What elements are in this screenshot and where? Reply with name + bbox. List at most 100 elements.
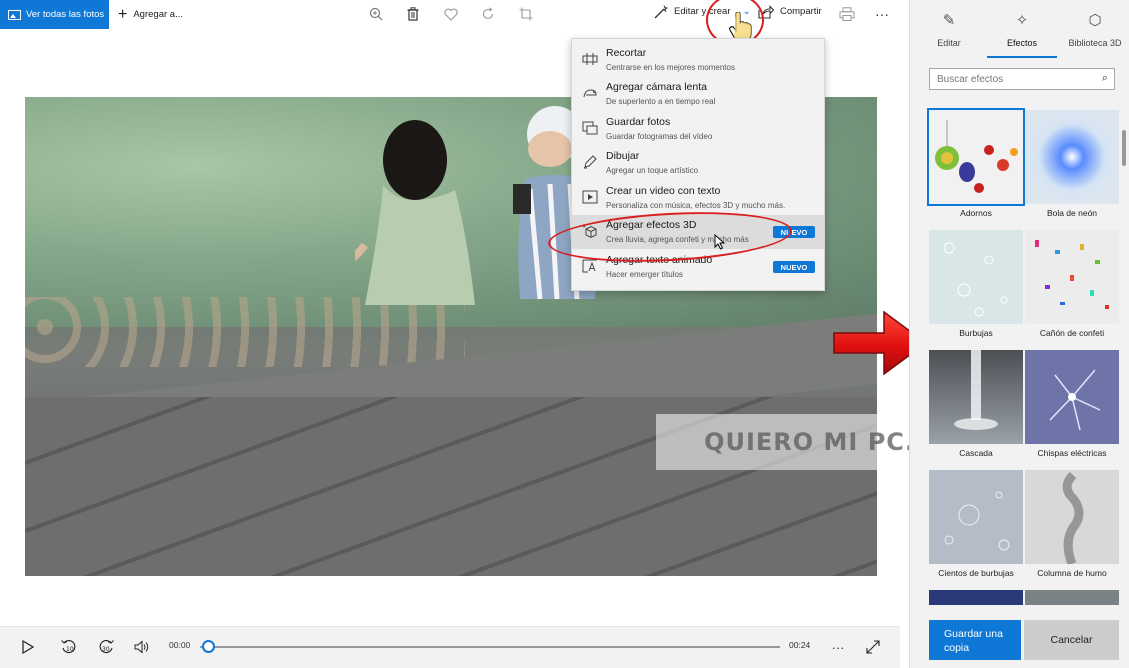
girl-figure	[355, 120, 475, 305]
play-icon[interactable]	[18, 637, 38, 657]
menu-item-subtitle: Guardar fotogramas del vídeo	[606, 132, 713, 141]
menu-item-subtitle: Hacer emerger títulos	[606, 270, 683, 279]
effect-tile[interactable]: Cascada	[929, 350, 1023, 465]
electric-sparks-thumbnail	[1025, 350, 1119, 444]
add-to-label: Agregar a...	[133, 9, 183, 20]
add-to-button[interactable]: + Agregar a...	[118, 0, 183, 29]
effect-thumbnail	[1025, 590, 1119, 605]
tab-3d-library[interactable]: ⬡ Biblioteca 3D	[1060, 8, 1129, 58]
zoom-icon[interactable]	[366, 4, 386, 24]
new-badge: NUEVO	[773, 261, 815, 273]
delete-icon[interactable]	[403, 4, 423, 24]
effect-label: Burbujas	[959, 328, 993, 338]
tab-edit[interactable]: ✎ Editar	[914, 8, 984, 58]
effect-tile[interactable]: Burbujas	[929, 230, 1023, 345]
tab-effects[interactable]: ✧ Efectos	[987, 8, 1057, 58]
share-button[interactable]: Compartir	[758, 0, 822, 23]
menu-item-subtitle: De superlento a en tiempo real	[606, 97, 716, 106]
print-icon[interactable]	[837, 4, 857, 24]
current-time: 00:00	[169, 640, 191, 650]
tab-label: Efectos	[1006, 38, 1037, 48]
effect-label: Cientos de burbujas	[938, 568, 1014, 578]
search-effects-input[interactable]: Buscar efectos ⌕	[929, 68, 1115, 90]
effects-grid: Adornos Bola de neón Burbujas Cañón de c…	[927, 108, 1121, 605]
save-copy-button[interactable]: Guardar una copia	[929, 620, 1021, 660]
slow-motion-icon	[582, 85, 598, 101]
menu-item-title: Crear un video con texto	[606, 185, 721, 197]
menu-item-subtitle: Agregar un toque artístico	[606, 166, 699, 175]
side-panel: ✎ Editar ✧ Efectos ⬡ Biblioteca 3D Busca…	[909, 0, 1129, 668]
rotate-icon[interactable]	[478, 4, 498, 24]
menu-item-title: Recortar	[606, 47, 647, 59]
menu-item-subtitle: Centrarse en los mejores momentos	[606, 63, 735, 72]
view-all-photos-label: Ver todas las fotos	[26, 9, 105, 20]
menu-item-trim[interactable]: Recortar Centrarse en los mejores moment…	[572, 43, 824, 77]
save-frames-icon	[582, 120, 598, 136]
share-label: Compartir	[780, 6, 822, 17]
menu-item-title: Guardar fotos	[606, 116, 671, 128]
search-icon: ⌕	[1101, 72, 1108, 84]
effect-label: Bola de neón	[1046, 208, 1098, 218]
forward-30-icon[interactable]: 30	[96, 637, 116, 657]
neon-ball-thumbnail	[1025, 110, 1119, 204]
top-toolbar: Ver todas las fotos + Agregar a... Edita…	[0, 0, 900, 29]
seek-track[interactable]	[200, 646, 780, 648]
video-text-icon	[582, 189, 598, 205]
fullscreen-icon[interactable]	[863, 637, 883, 657]
effect-thumbnail	[929, 590, 1023, 605]
search-placeholder: Buscar efectos	[937, 73, 1004, 85]
effect-tile[interactable]: Columna de humo	[1025, 470, 1119, 585]
effect-label: Adornos	[960, 208, 992, 218]
menu-item-title: Dibujar	[606, 150, 640, 162]
menu-item-draw[interactable]: Dibujar Agregar un toque artístico	[572, 146, 824, 180]
sparkle-icon: ✧	[1015, 12, 1029, 29]
more-playback-options-icon[interactable]: ···	[828, 637, 848, 657]
cancel-button[interactable]: Cancelar	[1024, 620, 1119, 660]
hundreds-of-bubbles-thumbnail	[929, 470, 1023, 564]
crop-icon[interactable]	[516, 4, 536, 24]
menu-item-title: Agregar cámara lenta	[606, 81, 707, 93]
plus-icon: +	[118, 5, 128, 23]
scrollbar[interactable]	[1122, 130, 1126, 166]
volume-icon[interactable]	[132, 637, 152, 657]
menu-item-slow-motion[interactable]: Agregar cámara lenta De superlento a en …	[572, 77, 824, 111]
view-all-photos-button[interactable]: Ver todas las fotos	[0, 0, 109, 29]
image-icon	[8, 9, 21, 20]
svg-text:10: 10	[66, 646, 74, 653]
effect-tile[interactable]: Adornos	[927, 108, 1025, 225]
waterfall-thumbnail	[929, 350, 1023, 444]
confetti-cannon-thumbnail	[1025, 230, 1119, 324]
cube-icon: ⬡	[1088, 12, 1102, 29]
effect-label: Columna de humo	[1037, 568, 1107, 578]
effect-label: Cascada	[959, 448, 993, 458]
ornaments-thumbnail	[927, 108, 1025, 206]
pen-icon	[582, 154, 598, 170]
seek-thumb[interactable]	[201, 640, 215, 653]
smoke-column-thumbnail	[1025, 470, 1119, 564]
pencil-icon: ✎	[942, 12, 956, 29]
trim-icon	[582, 51, 598, 67]
photos-app: Ver todas las fotos + Agregar a... Edita…	[0, 0, 1129, 668]
tab-label: Biblioteca 3D	[1068, 38, 1122, 48]
effect-tile[interactable]: Cientos de burbujas	[929, 470, 1023, 585]
effect-label: Cañón de confeti	[1039, 328, 1105, 338]
total-time: 00:24	[789, 640, 811, 650]
bubbles-thumbnail	[929, 230, 1023, 324]
effect-tile-partial[interactable]	[929, 590, 1023, 605]
magic-wand-icon	[654, 4, 668, 18]
effect-tile[interactable]: Cañón de confeti	[1025, 230, 1119, 345]
playback-bar: 10 30 00:00 00:24 ···	[0, 626, 900, 668]
favorite-heart-icon[interactable]	[441, 4, 461, 24]
effect-tile[interactable]: Bola de neón	[1025, 110, 1119, 225]
tab-label: Editar	[937, 38, 961, 48]
menu-item-subtitle: Personaliza con música, efectos 3D y muc…	[606, 201, 786, 210]
animated-text-icon	[582, 258, 598, 274]
menu-item-save-photos[interactable]: Guardar fotos Guardar fotogramas del víd…	[572, 112, 824, 146]
effect-tile[interactable]: Chispas eléctricas	[1025, 350, 1119, 465]
rewind-10-icon[interactable]: 10	[59, 637, 79, 657]
menu-item-video-with-text[interactable]: Crear un video con texto Personaliza con…	[572, 181, 824, 215]
effect-label: Chispas eléctricas	[1037, 448, 1107, 458]
effect-tile-partial[interactable]	[1025, 590, 1119, 605]
svg-text:30: 30	[102, 646, 110, 653]
more-options-icon[interactable]: ···	[872, 4, 892, 24]
